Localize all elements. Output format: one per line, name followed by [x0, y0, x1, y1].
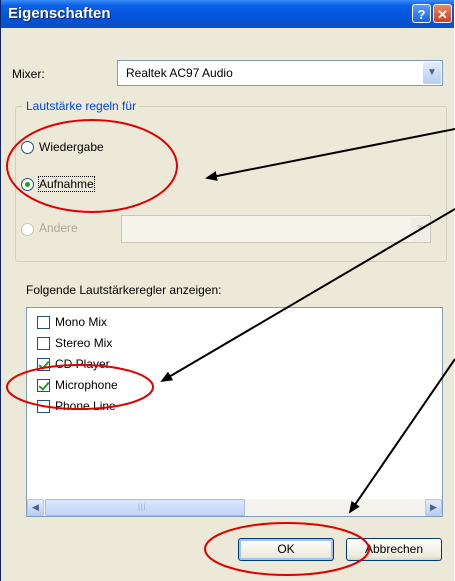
list-item[interactable]: Mono Mix: [55, 315, 107, 329]
controls-listbox[interactable]: Mono Mix Stereo Mix CD Player Microphone…: [26, 307, 443, 517]
list-item[interactable]: Microphone: [55, 378, 118, 392]
radio-aufnahme[interactable]: [21, 178, 34, 191]
list-item[interactable]: Stereo Mix: [55, 336, 112, 350]
properties-dialog: Eigenschaften ? ✕ Mixer: Realtek AC97 Au…: [0, 0, 454, 581]
mixer-label: Mixer:: [12, 67, 45, 81]
horizontal-scrollbar[interactable]: ◀ ||| ▶: [27, 499, 442, 516]
help-icon[interactable]: ?: [412, 4, 431, 23]
ok-button[interactable]: OK: [238, 538, 334, 561]
scrollbar-thumb[interactable]: |||: [45, 499, 245, 516]
scroll-right-icon[interactable]: ▶: [425, 499, 442, 516]
radio-aufnahme-label[interactable]: Aufnahme: [38, 176, 95, 192]
radio-andere-label: Andere: [39, 221, 78, 235]
checkbox-stereo-mix[interactable]: [37, 337, 50, 350]
controls-label: Folgende Lautstärkeregler anzeigen:: [26, 283, 222, 297]
radio-andere[interactable]: [21, 223, 34, 236]
mixer-value: Realtek AC97 Audio: [126, 66, 233, 80]
cancel-button[interactable]: Abbrechen: [346, 538, 442, 561]
list-item[interactable]: Phone Line: [55, 399, 116, 413]
close-icon[interactable]: ✕: [433, 4, 452, 23]
grip-icon: |||: [138, 504, 147, 511]
other-device-select[interactable]: ▼: [121, 215, 431, 243]
window-title: Eigenschaften: [8, 5, 111, 22]
radio-wiedergabe[interactable]: [21, 141, 34, 154]
checkbox-cd-player[interactable]: [37, 358, 50, 371]
list-item[interactable]: CD Player: [55, 357, 110, 371]
checkbox-mono-mix[interactable]: [37, 316, 50, 329]
scroll-left-icon[interactable]: ◀: [27, 499, 44, 516]
radio-wiedergabe-label[interactable]: Wiedergabe: [39, 140, 104, 154]
title-bar[interactable]: Eigenschaften ? ✕: [1, 0, 454, 28]
mixer-select[interactable]: Realtek AC97 Audio ▼: [117, 60, 443, 86]
checkbox-phone-line[interactable]: [37, 400, 50, 413]
chevron-down-icon: ▼: [411, 217, 429, 241]
volume-group-title: Lautstärke regeln für: [23, 99, 140, 113]
checkbox-microphone[interactable]: [37, 379, 50, 392]
chevron-down-icon[interactable]: ▼: [423, 62, 441, 84]
